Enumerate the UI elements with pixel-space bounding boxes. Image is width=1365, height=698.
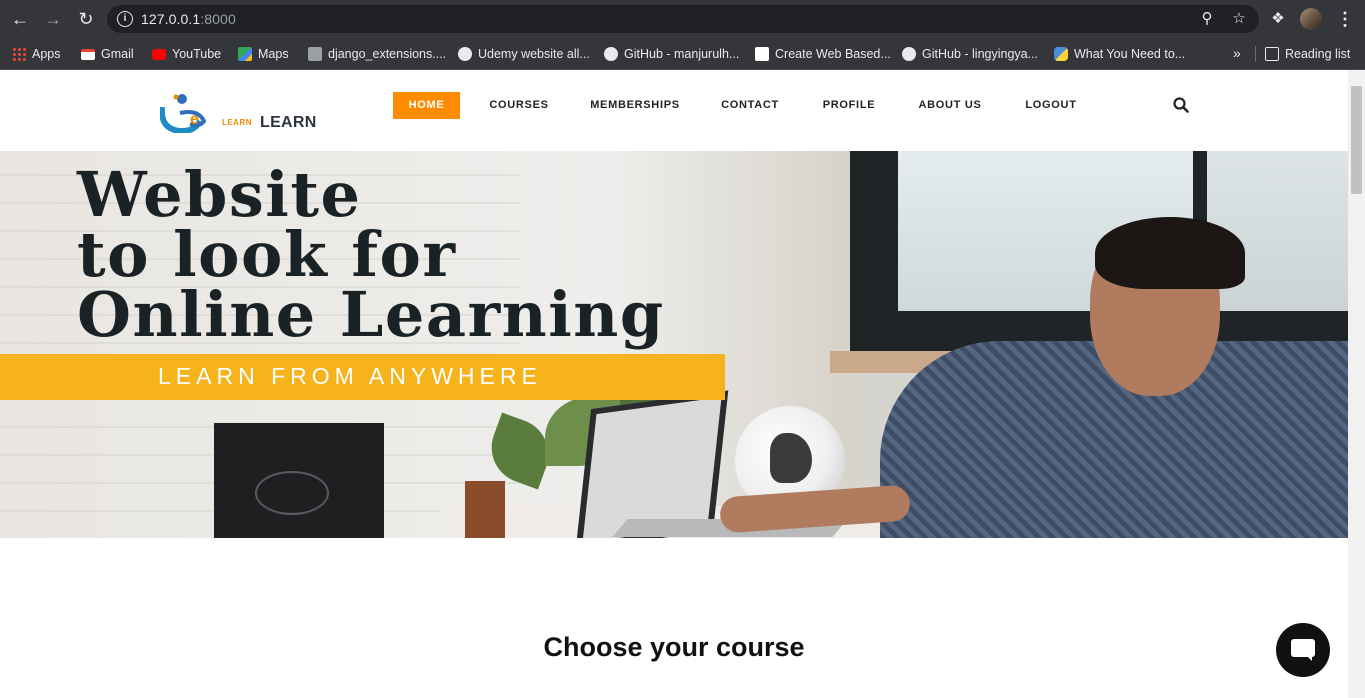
url-port: :8000 [200, 11, 236, 27]
url-host: 127.0.0.1 [141, 11, 201, 27]
page: e LEARN LEARN HOME COURSES MEMBERSHIPS C… [0, 70, 1348, 698]
bookmark-create-web[interactable]: Create Web Based... [755, 45, 891, 63]
bookmark-label: Maps [258, 47, 289, 61]
bookmark-apps[interactable]: Apps [12, 45, 61, 63]
logo-mark-icon: e [160, 94, 207, 133]
nav-about-us[interactable]: ABOUT US [916, 92, 984, 119]
bookmark-label: Apps [32, 47, 61, 61]
chat-button[interactable] [1276, 623, 1330, 677]
site-icon [755, 47, 769, 61]
bookmark-label: YouTube [172, 47, 222, 61]
scrollbar-thumb[interactable] [1351, 86, 1362, 194]
browser-toolbar: ← → ↻ i 127.0.0.1:8000 ⚲ ☆ ❖ ⋮ [0, 0, 1365, 38]
youtube-icon [152, 48, 166, 60]
hero-title: Website to look for Online Learning [77, 158, 665, 351]
divider [1255, 46, 1256, 62]
document-icon [308, 47, 322, 61]
reading-list-icon [1265, 47, 1279, 61]
nav-home[interactable]: HOME [393, 92, 460, 119]
bookmark-maps[interactable]: Maps [238, 45, 289, 63]
zoom-icon[interactable]: ⚲ [1197, 9, 1217, 29]
plant-pot [465, 481, 505, 538]
gmail-icon [81, 48, 95, 60]
nav-memberships[interactable]: MEMBERSHIPS [590, 92, 680, 119]
kebab-menu-icon[interactable]: ⋮ [1336, 8, 1354, 30]
book-emblem [255, 471, 329, 515]
hero-banner: Website to look for Online Learning LEAR… [0, 151, 1348, 538]
star-icon[interactable]: ☆ [1229, 9, 1249, 29]
person-hair [1095, 217, 1245, 289]
logo-text: LEARN [260, 114, 317, 131]
avatar[interactable] [1300, 8, 1322, 30]
bookmark-gmail[interactable]: Gmail [81, 45, 134, 63]
globe-land [770, 433, 812, 483]
bookmark-label: Udemy website all... [478, 47, 590, 61]
logo-small-text: LEARN [222, 118, 253, 127]
bookmark-label: django_extensions.... [328, 47, 447, 61]
section-title: Choose your course [543, 632, 805, 662]
svg-text:e: e [190, 111, 199, 128]
laptop-screen [575, 390, 729, 538]
hero-title-line: Website [77, 158, 362, 231]
bookmark-label: Gmail [101, 47, 134, 61]
python-icon [1054, 47, 1068, 61]
search-icon[interactable] [1172, 96, 1190, 114]
reading-list-button[interactable]: Reading list [1265, 45, 1350, 63]
bookmark-django[interactable]: django_extensions.... [308, 45, 446, 63]
nav-courses[interactable]: COURSES [486, 92, 552, 119]
bookmark-label: GitHub - manjurulh... [624, 47, 740, 61]
bookmark-udemy[interactable]: Udemy website all... [458, 45, 590, 63]
bookmark-github-1[interactable]: GitHub - manjurulh... [604, 45, 739, 63]
back-icon[interactable]: ← [8, 7, 32, 31]
nav-profile[interactable]: PROFILE [820, 92, 878, 119]
github-icon [902, 47, 916, 61]
hero-band-text: LEARN FROM ANYWHERE [158, 363, 542, 389]
nav-contact[interactable]: CONTACT [718, 92, 782, 119]
scrollbar[interactable] [1348, 70, 1365, 698]
hero-title-line: to look for [77, 218, 457, 291]
address-bar[interactable]: i 127.0.0.1:8000 ⚲ ☆ [107, 5, 1259, 33]
bookmarks-overflow-icon[interactable]: » [1233, 45, 1241, 61]
puzzle-icon[interactable]: ❖ [1267, 8, 1289, 30]
forward-icon[interactable]: → [41, 7, 65, 31]
reading-list-label: Reading list [1285, 47, 1351, 61]
bookmark-label: Create Web Based... [775, 47, 891, 61]
reload-icon[interactable]: ↻ [74, 7, 98, 31]
site-logo[interactable]: e LEARN LEARN [160, 87, 330, 137]
bookmark-github-2[interactable]: GitHub - lingyingya... [902, 45, 1038, 63]
hero-title-line: Online Learning [77, 278, 665, 351]
maps-icon [238, 47, 252, 61]
bookmark-label: What You Need to... [1074, 47, 1186, 61]
chat-icon-tail [1304, 653, 1312, 661]
url-text[interactable]: 127.0.0.1:8000 [141, 11, 236, 27]
globe-icon [458, 47, 472, 61]
apps-grid-icon [12, 47, 26, 61]
info-icon[interactable]: i [117, 11, 133, 27]
bookmark-python[interactable]: What You Need to... [1054, 45, 1185, 63]
bookmark-label: GitHub - lingyingya... [922, 47, 1039, 61]
bookmark-youtube[interactable]: YouTube [152, 45, 221, 63]
bookmarks-bar: Apps Gmail YouTube Maps django_extension… [0, 38, 1365, 70]
github-icon [604, 47, 618, 61]
nav-logout[interactable]: LOGOUT [1022, 92, 1080, 119]
